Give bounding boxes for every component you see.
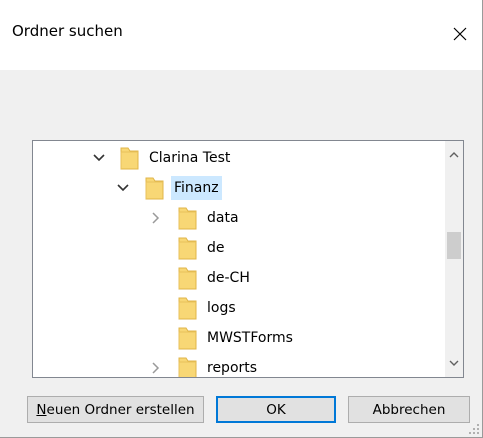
tree-item-clarina-test[interactable]: Clarina Test bbox=[33, 145, 443, 171]
folder-icon bbox=[178, 207, 197, 230]
new-folder-button[interactable]: Neuen Ordner erstellen bbox=[27, 396, 204, 423]
tree-item-logs[interactable]: logs bbox=[33, 295, 443, 321]
tree-item-label: reports bbox=[207, 360, 258, 376]
scroll-up-button[interactable] bbox=[445, 145, 463, 165]
folder-icon bbox=[178, 267, 197, 290]
chevron-right-icon[interactable] bbox=[148, 210, 164, 226]
scroll-down-button[interactable] bbox=[445, 353, 463, 373]
chevron-right-icon[interactable] bbox=[148, 360, 164, 376]
folder-icon bbox=[120, 147, 139, 170]
tree-item-reports[interactable]: reports bbox=[33, 355, 443, 377]
chevron-down-icon[interactable] bbox=[91, 150, 107, 166]
tree-item-label: MWSTForms bbox=[207, 330, 293, 346]
scroll-up-icon bbox=[449, 152, 459, 158]
tree-item-data[interactable]: data bbox=[33, 205, 443, 231]
close-icon bbox=[453, 27, 467, 41]
folder-icon bbox=[178, 327, 197, 350]
tree-item-label: de-CH bbox=[207, 270, 250, 286]
tree-item-finanz[interactable]: Finanz bbox=[33, 175, 443, 201]
tree-item-label: Finanz bbox=[171, 176, 222, 200]
close-button[interactable] bbox=[438, 14, 482, 54]
folder-browse-dialog: Ordner suchen Clarina Test Finanz data d… bbox=[0, 0, 483, 438]
tree-item-label: logs bbox=[207, 300, 236, 316]
tree-item-de-ch[interactable]: de-CH bbox=[33, 265, 443, 291]
dialog-title: Ordner suchen bbox=[12, 22, 123, 40]
cancel-button[interactable]: Abbrechen bbox=[348, 396, 470, 423]
chevron-down-icon[interactable] bbox=[115, 180, 131, 196]
scroll-down-icon bbox=[449, 360, 459, 366]
folder-icon bbox=[178, 297, 197, 320]
folder-tree[interactable]: Clarina Test Finanz data de de-CH logs M… bbox=[32, 140, 464, 378]
vertical-scrollbar[interactable] bbox=[445, 141, 463, 377]
resize-grip-icon[interactable] bbox=[468, 423, 480, 435]
title-bar: Ordner suchen bbox=[0, 0, 482, 70]
new-folder-label: euen Ordner erstellen bbox=[46, 401, 195, 418]
folder-icon bbox=[145, 177, 164, 200]
folder-icon bbox=[178, 237, 197, 260]
tree-item-label: Clarina Test bbox=[149, 150, 231, 166]
tree-item-label: data bbox=[207, 210, 239, 226]
tree-item-de[interactable]: de bbox=[33, 235, 443, 261]
new-folder-accelerator: N bbox=[36, 401, 47, 418]
tree-item-mwstforms[interactable]: MWSTForms bbox=[33, 325, 443, 351]
folder-icon bbox=[178, 357, 197, 377]
ok-button[interactable]: OK bbox=[216, 396, 336, 423]
tree-item-label: de bbox=[207, 240, 225, 256]
scrollbar-thumb[interactable] bbox=[447, 232, 461, 259]
folder-tree-content: Clarina Test Finanz data de de-CH logs M… bbox=[33, 141, 445, 377]
